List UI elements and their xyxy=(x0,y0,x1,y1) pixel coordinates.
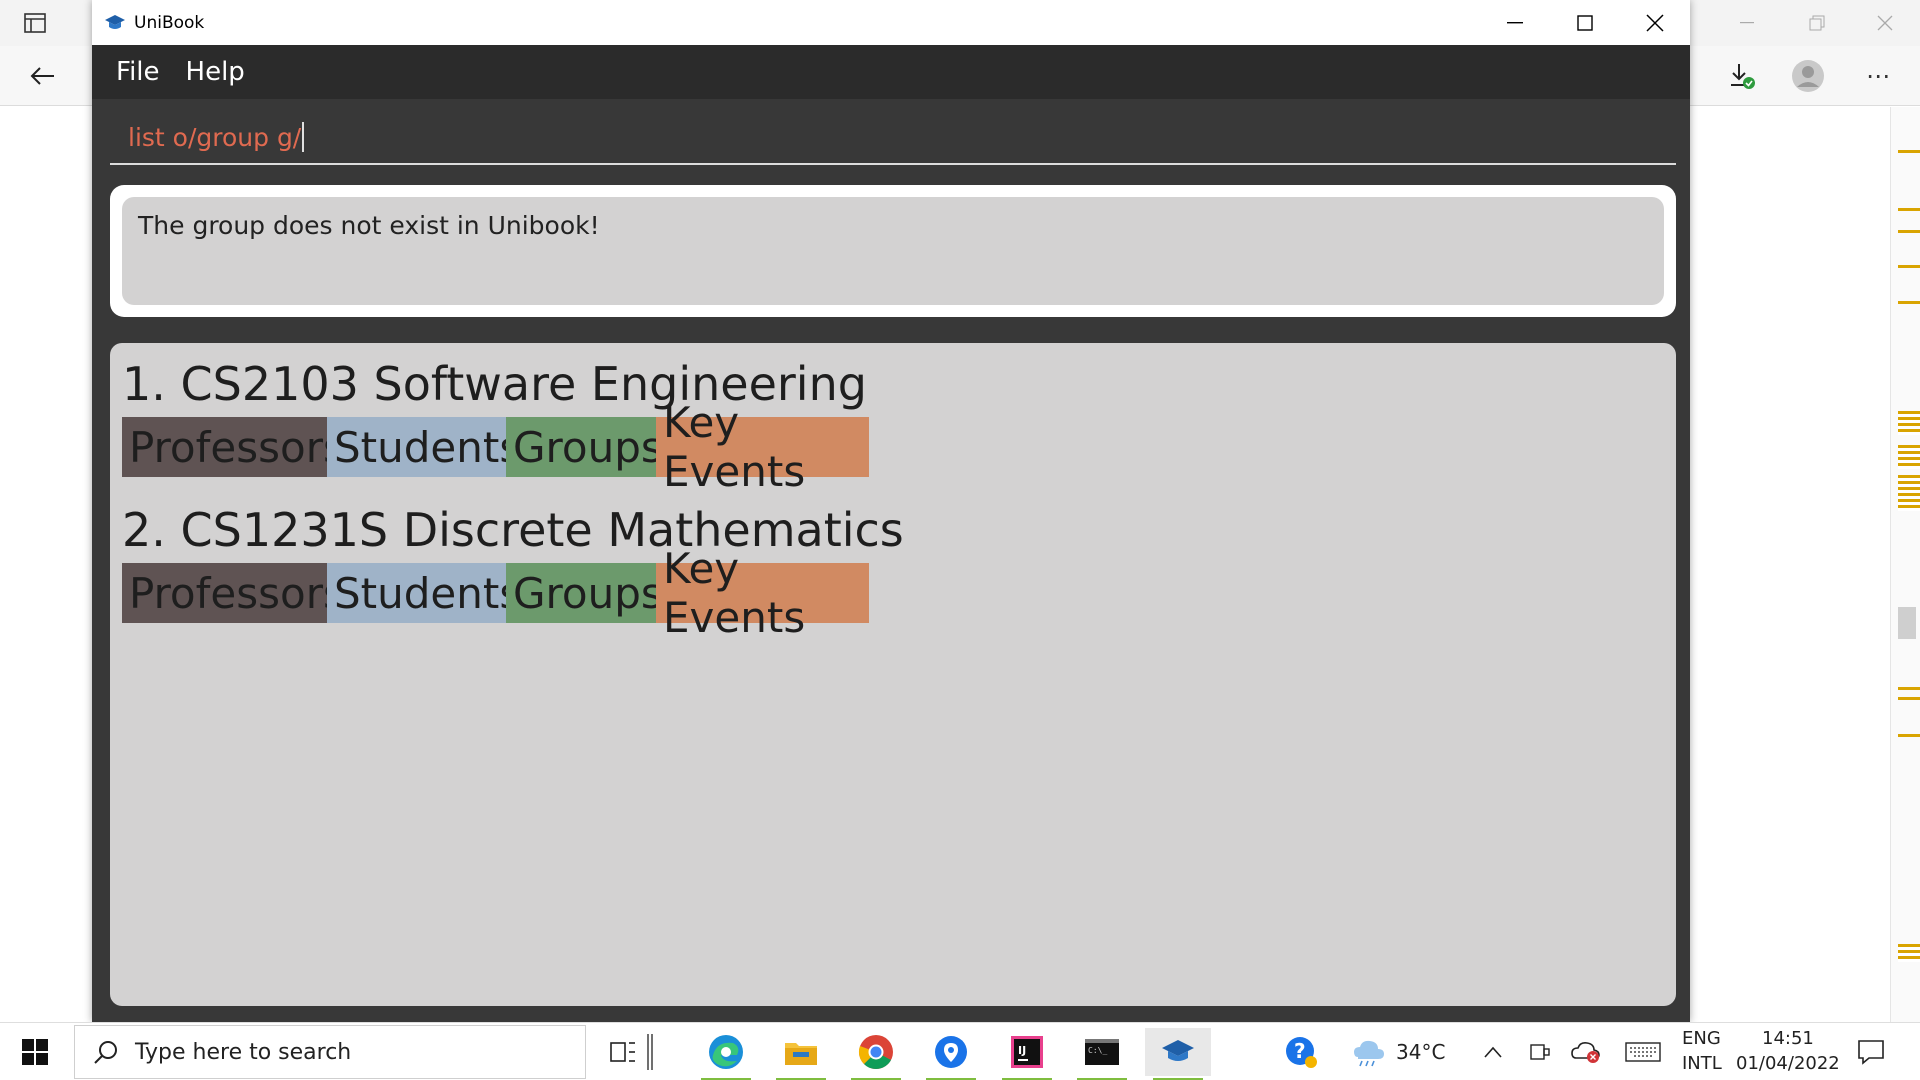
module-tags: Professors Students Groups Key Events xyxy=(122,544,904,642)
taskbar: Type here to search IJ C:\_ ? 34°C ENG I… xyxy=(0,1022,1920,1080)
device-tray[interactable] xyxy=(1522,1028,1558,1076)
svg-text:?: ? xyxy=(1294,1039,1306,1063)
browser-scrollbar[interactable] xyxy=(1890,107,1920,1022)
close-icon xyxy=(1646,13,1664,32)
students-tag[interactable]: Students xyxy=(327,417,521,477)
more-options-icon[interactable]: ⋯ xyxy=(1858,58,1898,94)
students-tag[interactable]: Students xyxy=(327,563,521,623)
notifications-button[interactable] xyxy=(1838,1028,1904,1076)
search-placeholder: Type here to search xyxy=(135,1039,352,1065)
show-hidden-icons-button[interactable] xyxy=(1475,1028,1511,1076)
key-events-tag[interactable]: Key Events xyxy=(656,544,869,642)
command-input[interactable]: list o/group g/ xyxy=(128,123,301,152)
professors-tag[interactable]: Professors xyxy=(122,563,345,623)
task-view-icon xyxy=(610,1042,635,1062)
graduation-cap-icon xyxy=(105,14,125,29)
keyboard-icon xyxy=(1625,1042,1661,1062)
key-events-tag[interactable]: Key Events xyxy=(656,398,869,496)
maps-app[interactable] xyxy=(918,1028,984,1080)
professors-tag[interactable]: Professors xyxy=(122,417,345,477)
app-title: UniBook xyxy=(134,12,205,33)
search-icon xyxy=(94,1041,117,1064)
maximize-icon xyxy=(1577,14,1593,31)
minimize-button[interactable] xyxy=(1480,0,1550,45)
browser-minimize-icon[interactable] xyxy=(1722,8,1772,38)
groups-tag[interactable]: Groups xyxy=(506,563,663,623)
command-area: list o/group g/ xyxy=(92,99,1690,177)
back-arrow-icon[interactable] xyxy=(22,58,62,94)
menu-file[interactable]: File xyxy=(116,57,160,87)
result-display: The group does not exist in Unibook! xyxy=(110,185,1676,317)
chevron-up-icon xyxy=(1484,1046,1502,1058)
result-display-inner: The group does not exist in Unibook! xyxy=(122,197,1664,305)
module-card[interactable]: 2. CS1231S Discrete Mathematics Professo… xyxy=(122,503,904,642)
language-bottom[interactable]: INTL xyxy=(1682,1053,1722,1074)
groups-tag[interactable]: Groups xyxy=(506,417,663,477)
start-icon xyxy=(22,1039,48,1065)
device-icon xyxy=(1530,1044,1550,1060)
module-tags: Professors Students Groups Key Events xyxy=(122,398,869,496)
start-button[interactable] xyxy=(2,1028,68,1076)
downloads-icon[interactable] xyxy=(1722,58,1762,94)
cloud-error-icon xyxy=(1571,1042,1600,1063)
maximize-button[interactable] xyxy=(1550,0,1620,45)
help-tray[interactable]: ? xyxy=(1268,1028,1334,1076)
module-card[interactable]: 1. CS2103 Software Engineering Professor… xyxy=(122,357,869,496)
module-list-panel[interactable]: 1. CS2103 Software Engineering Professor… xyxy=(110,343,1676,1006)
text-caret xyxy=(302,122,305,152)
file-explorer-icon xyxy=(785,1043,817,1065)
command-box[interactable]: list o/group g/ xyxy=(110,111,1676,165)
weather-icon xyxy=(1354,1040,1384,1067)
chrome-icon xyxy=(858,1035,893,1069)
intellij-app[interactable]: IJ xyxy=(994,1028,1060,1080)
tab-actions-icon[interactable] xyxy=(18,8,52,38)
result-message: The group does not exist in Unibook! xyxy=(138,211,600,240)
minimize-icon xyxy=(1507,21,1523,23)
clock-time[interactable]: 14:51 xyxy=(1762,1028,1814,1049)
file-explorer-app[interactable] xyxy=(768,1028,834,1080)
browser-close-icon[interactable] xyxy=(1860,8,1910,38)
terminal-icon: C:\_ xyxy=(1085,1039,1119,1065)
edge-icon xyxy=(709,1035,743,1069)
clock-date[interactable]: 01/04/2022 xyxy=(1736,1053,1840,1074)
edge-app[interactable] xyxy=(693,1028,759,1080)
notification-icon xyxy=(1858,1040,1884,1065)
terminal-app[interactable]: C:\_ xyxy=(1069,1028,1135,1080)
browser-restore-icon[interactable] xyxy=(1792,8,1842,38)
taskbar-divider xyxy=(640,1028,660,1076)
language-top[interactable]: ENG xyxy=(1682,1028,1721,1049)
keyboard-tray[interactable] xyxy=(1620,1028,1666,1076)
menu-help[interactable]: Help xyxy=(186,57,245,87)
weather-temperature: 34°C xyxy=(1396,1040,1446,1064)
unibook-window: UniBook File Help list o/group g/ The gr… xyxy=(92,0,1690,1022)
weather-tray[interactable]: 34°C xyxy=(1352,1028,1482,1076)
profile-icon[interactable] xyxy=(1788,58,1828,94)
intellij-icon: IJ xyxy=(1011,1036,1043,1068)
unibook-icon xyxy=(1162,1040,1194,1061)
unibook-app[interactable] xyxy=(1145,1028,1211,1080)
menu-bar: File Help xyxy=(92,45,1690,99)
svg-text:C:\_: C:\_ xyxy=(1088,1046,1107,1055)
onedrive-tray[interactable] xyxy=(1568,1028,1604,1076)
taskbar-search[interactable]: Type here to search xyxy=(74,1025,586,1079)
chrome-app[interactable] xyxy=(843,1028,909,1080)
help-icon: ? xyxy=(1286,1037,1317,1068)
svg-text:IJ: IJ xyxy=(1018,1044,1026,1057)
close-button[interactable] xyxy=(1620,0,1690,45)
app-titlebar: UniBook xyxy=(92,0,1690,45)
maps-icon xyxy=(935,1036,967,1068)
